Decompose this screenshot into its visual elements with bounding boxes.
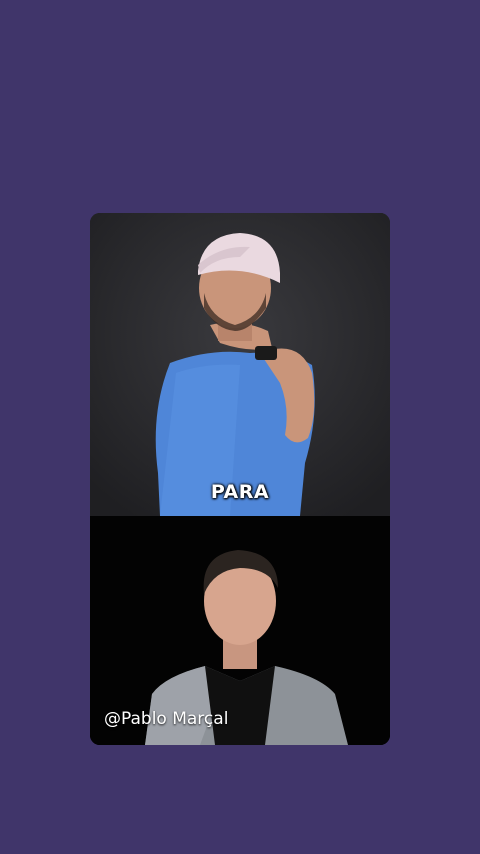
video-frame[interactable]: PARA @Pablo Marçal [90, 213, 390, 745]
creator-watermark: @Pablo Marçal [104, 709, 229, 729]
bottom-video-panel: @Pablo Marçal [90, 516, 390, 745]
top-video-panel: PARA [90, 213, 390, 516]
speaker-in-cap-image [90, 213, 390, 516]
subtitle-caption: PARA [210, 481, 270, 503]
